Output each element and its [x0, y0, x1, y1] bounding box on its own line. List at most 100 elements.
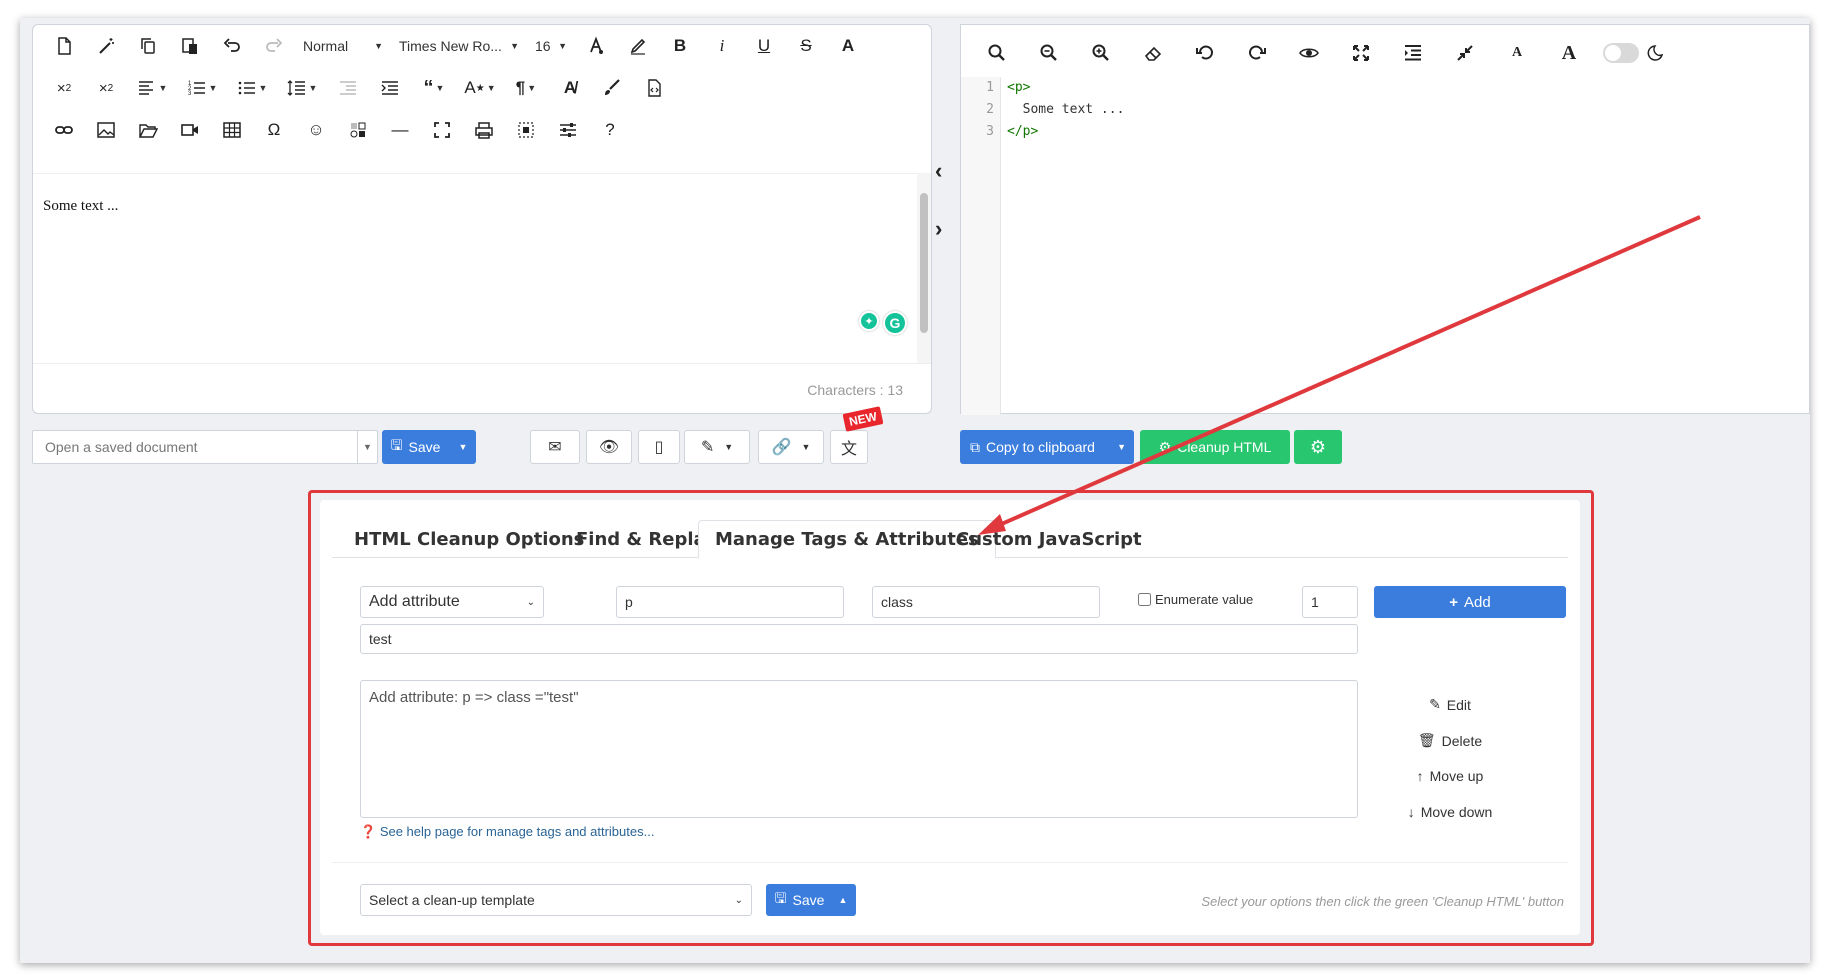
format-dropdown[interactable]: Normal ▼: [295, 31, 391, 61]
save-label: Save: [408, 439, 441, 455]
scrollbar-thumb[interactable]: [920, 193, 928, 333]
bullet-list-icon[interactable]: ▼: [227, 73, 277, 103]
line-height-icon[interactable]: ▼: [277, 73, 327, 103]
action-type-select[interactable]: Add attribute ⌄: [360, 586, 544, 618]
select-all-icon[interactable]: [505, 115, 547, 145]
email-button[interactable]: ✉: [530, 430, 580, 464]
enumerate-value-option[interactable]: Enumerate value: [1138, 592, 1253, 607]
font-size-label: 16: [535, 38, 551, 54]
grammarly-g-icon[interactable]: G: [883, 311, 907, 335]
font-size-dropdown[interactable]: 16 ▼: [527, 31, 575, 61]
chevron-down-icon[interactable]: ▼: [458, 442, 467, 452]
redo-icon[interactable]: [253, 31, 295, 61]
align-icon[interactable]: ▼: [127, 73, 177, 103]
tab-custom-javascript[interactable]: Custom JavaScript: [940, 520, 1158, 558]
tag-input[interactable]: p: [616, 586, 844, 618]
search-icon[interactable]: [971, 38, 1023, 68]
zoom-in-icon[interactable]: [1075, 38, 1127, 68]
zoom-out-icon[interactable]: [1023, 38, 1075, 68]
indent-code-icon[interactable]: [1387, 38, 1439, 68]
chevron-up-icon[interactable]: ▲: [838, 895, 847, 905]
image-icon[interactable]: [85, 115, 127, 145]
link-icon[interactable]: [43, 115, 85, 145]
paragraph-icon[interactable]: ¶ ▼: [503, 73, 549, 103]
paste-icon[interactable]: [169, 31, 211, 61]
chevron-down-icon[interactable]: ▼: [1117, 442, 1126, 452]
expand-right-icon[interactable]: ›: [935, 216, 942, 242]
emoji-icon[interactable]: ☺: [295, 115, 337, 145]
rules-list[interactable]: Add attribute: p => class ="test": [360, 680, 1358, 818]
underline-icon[interactable]: U: [743, 31, 785, 61]
link-options-button[interactable]: 🔗 ▼: [758, 430, 824, 464]
remove-format-icon[interactable]: A̸: [549, 73, 591, 103]
translate-button[interactable]: 文: [830, 430, 868, 464]
video-icon[interactable]: [169, 115, 211, 145]
enumerate-checkbox[interactable]: [1138, 593, 1151, 606]
editor-scrollbar[interactable]: [917, 173, 931, 363]
source-code-icon[interactable]: [633, 73, 675, 103]
enumerate-start-input[interactable]: 1: [1302, 586, 1358, 618]
folder-open-icon[interactable]: [127, 115, 169, 145]
italic-icon[interactable]: i: [701, 31, 743, 61]
indent-icon[interactable]: [369, 73, 411, 103]
undo-icon[interactable]: [211, 31, 253, 61]
ordered-list-icon[interactable]: 1 2 3 ▼: [177, 73, 227, 103]
font-decrease-icon[interactable]: A: [1491, 38, 1543, 68]
redo-icon[interactable]: [1231, 38, 1283, 68]
subscript-icon[interactable]: × 2: [43, 73, 85, 103]
table-icon[interactable]: [211, 115, 253, 145]
print-icon[interactable]: [463, 115, 505, 145]
bold-icon[interactable]: B: [659, 31, 701, 61]
help-page-link[interactable]: ❓ See help page for manage tags and attr…: [360, 824, 654, 840]
copy-icon[interactable]: [127, 31, 169, 61]
social-icon[interactable]: [337, 115, 379, 145]
edit-rule-button[interactable]: ✎ Edit: [1380, 696, 1520, 713]
new-document-icon[interactable]: [43, 31, 85, 61]
copy-to-clipboard-button[interactable]: ⧉ Copy to clipboard ▼: [960, 430, 1134, 464]
font-dropdown[interactable]: Times New Ro... ▼: [391, 31, 527, 61]
save-document-button[interactable]: 🖫 Save ▼: [382, 430, 476, 464]
value-textarea[interactable]: test: [360, 624, 1358, 654]
compress-icon[interactable]: [1439, 38, 1491, 68]
grammarly-bulb-icon[interactable]: ✦: [859, 311, 879, 331]
magic-wand-icon[interactable]: [85, 31, 127, 61]
clear-font-icon[interactable]: A: [827, 31, 869, 61]
save-template-button[interactable]: 🖫 Save ▲: [766, 884, 856, 916]
magic-button[interactable]: ✎ ▼: [684, 430, 750, 464]
rule-item[interactable]: Add attribute: p => class ="test": [369, 689, 579, 706]
mobile-preview-button[interactable]: ▯: [638, 430, 680, 464]
brush-icon[interactable]: [591, 73, 633, 103]
quote-icon[interactable]: “▼: [411, 73, 457, 103]
outdent-icon[interactable]: [327, 73, 369, 103]
help-icon[interactable]: ?: [589, 115, 631, 145]
grammarly-widget[interactable]: ✦ G: [859, 311, 907, 335]
strikethrough-icon[interactable]: S: [785, 31, 827, 61]
delete-rule-button[interactable]: 🗑 Delete: [1380, 732, 1520, 749]
editor-content-area[interactable]: Some text ...: [33, 173, 918, 363]
cleanup-html-button[interactable]: ⚙ Cleanup HTML: [1140, 430, 1290, 464]
open-saved-document-select[interactable]: Open a saved document ▼: [32, 430, 378, 464]
attribute-input[interactable]: class: [872, 586, 1100, 618]
cleanup-template-select[interactable]: Select a clean-up template ⌄: [360, 884, 752, 916]
font-increase-icon[interactable]: A: [1543, 38, 1595, 68]
preview-button[interactable]: 👁: [586, 430, 632, 464]
move-up-button[interactable]: ↑ Move up: [1380, 768, 1520, 784]
eraser-icon[interactable]: [1127, 38, 1179, 68]
code-content[interactable]: <p> Some text ... </p>: [1007, 77, 1124, 143]
highlight-icon[interactable]: [617, 31, 659, 61]
horizontal-rule-icon[interactable]: —: [379, 115, 421, 145]
fullscreen-icon[interactable]: [421, 115, 463, 145]
undo-icon[interactable]: [1179, 38, 1231, 68]
collapse-left-icon[interactable]: ‹: [935, 158, 942, 184]
add-rule-button[interactable]: + Add: [1374, 586, 1566, 618]
move-down-button[interactable]: ↓ Move down: [1380, 804, 1520, 820]
dark-mode-toggle[interactable]: [1603, 43, 1639, 63]
settings-sliders-icon[interactable]: [547, 115, 589, 145]
special-char-icon[interactable]: Ω: [253, 115, 295, 145]
expand-icon[interactable]: [1335, 38, 1387, 68]
superscript-icon[interactable]: × 2: [85, 73, 127, 103]
font-style-icon[interactable]: A ★ ▼: [457, 73, 503, 103]
settings-button[interactable]: ⚙: [1294, 430, 1342, 464]
preview-eye-icon[interactable]: [1283, 38, 1335, 68]
text-color-icon[interactable]: [575, 31, 617, 61]
